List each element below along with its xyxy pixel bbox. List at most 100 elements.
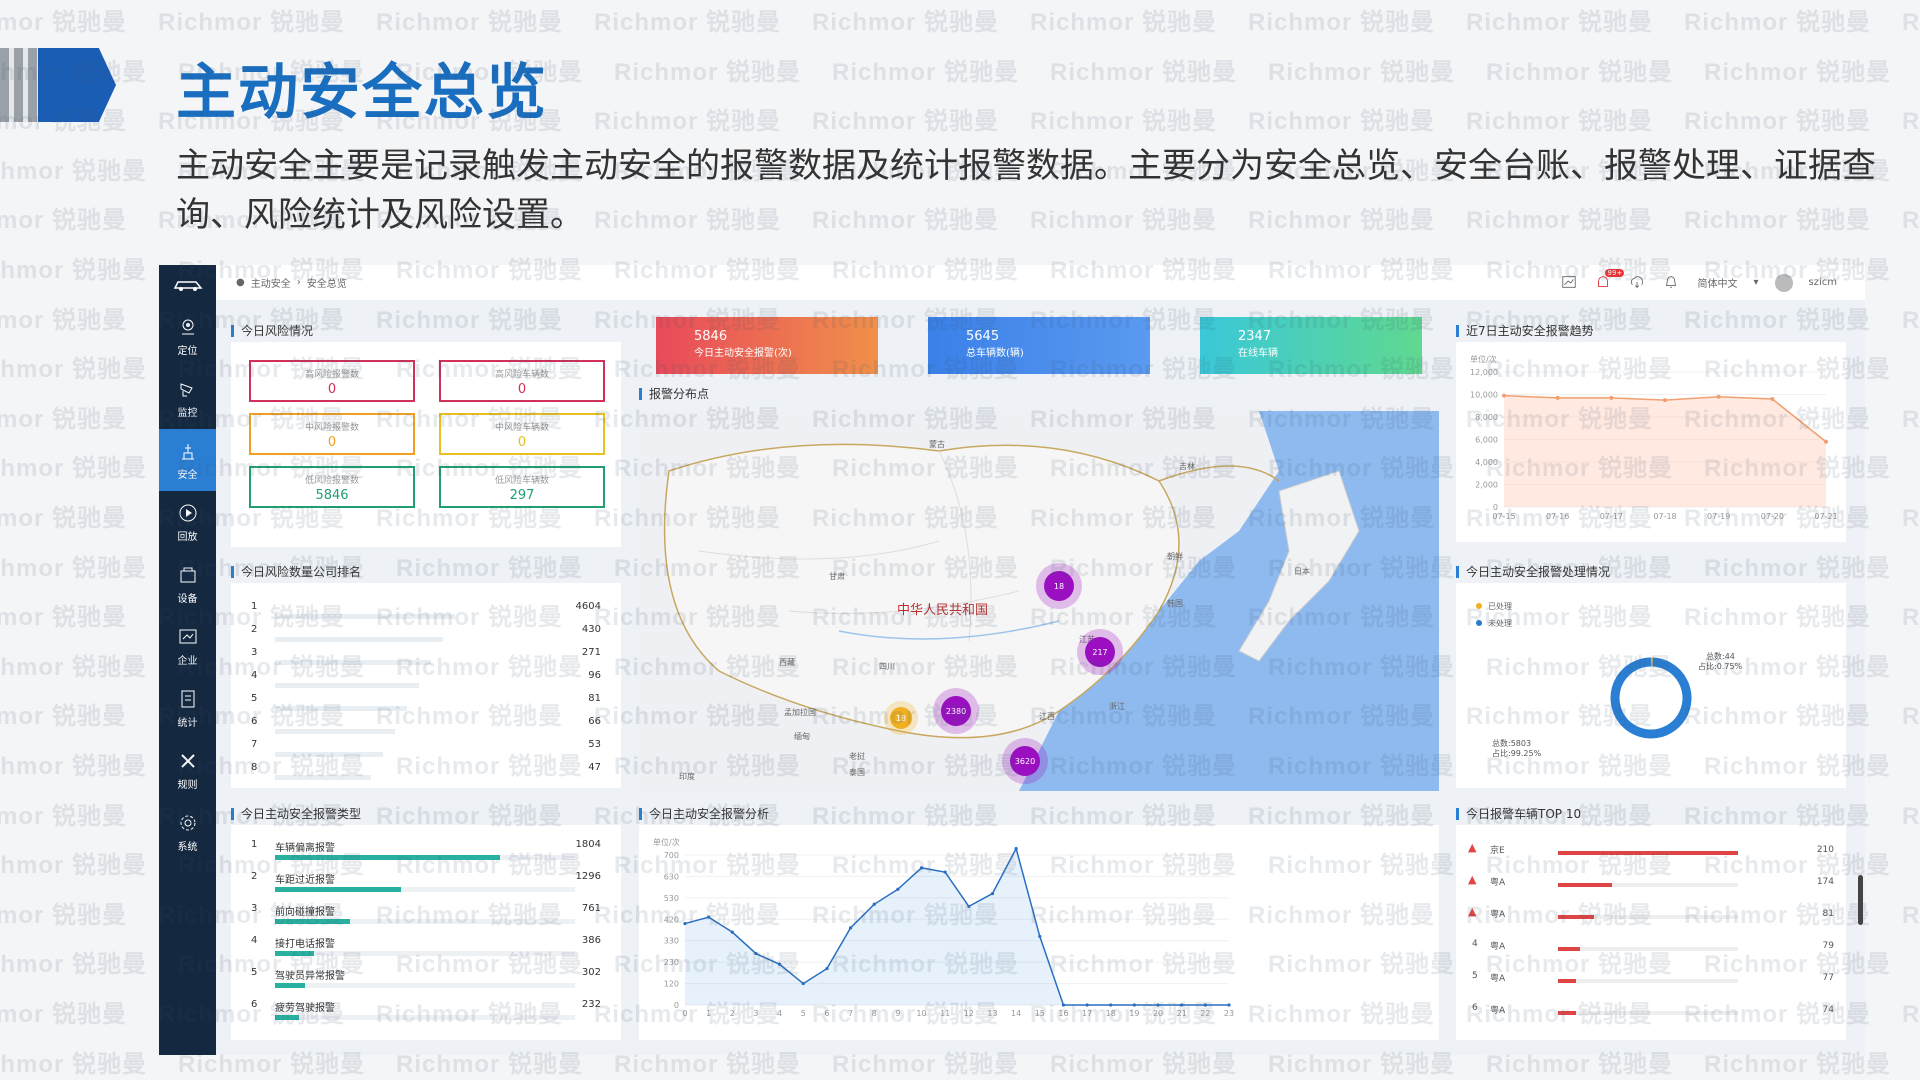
analysis-point[interactable] (943, 870, 947, 874)
risk-box[interactable]: 高风险报警数 0 (249, 360, 415, 402)
table-row[interactable]: 5 81 (251, 693, 601, 715)
list-item[interactable]: 6 疲劳驾驶报警 232 (251, 999, 601, 1031)
list-item[interactable]: 3 前向碰撞报警 761 (251, 903, 601, 935)
risk-box[interactable]: 中风险车辆数 0 (439, 413, 605, 455)
sidebar-item-enterprise[interactable]: 企业 (159, 615, 216, 677)
trend-point[interactable] (1770, 397, 1775, 401)
sidebar-item-rules[interactable]: 规则 (159, 739, 216, 801)
language-select[interactable]: 简体中文 (1697, 275, 1737, 290)
watermark-text: Richmor 锐驰曼 (0, 207, 128, 235)
table-row[interactable]: 1 4604 (251, 601, 601, 623)
analysis-point[interactable] (1203, 1003, 1207, 1007)
analysis-point[interactable] (1014, 846, 1018, 851)
analysis-point[interactable] (1109, 1003, 1113, 1007)
analysis-point[interactable] (1227, 1003, 1231, 1007)
alarm-icon[interactable]: 99+ (1595, 268, 1625, 292)
user-name[interactable]: szicm (1809, 277, 1837, 288)
analysis-point[interactable] (707, 915, 711, 919)
type-bar-track (275, 1015, 575, 1020)
analysis-point[interactable] (990, 891, 995, 896)
table-row[interactable]: 6 66 (251, 716, 601, 738)
watermark-text: Richmor 锐驰曼 (812, 108, 1000, 136)
analysis-point[interactable] (801, 981, 805, 986)
risk-box[interactable]: 低风险车辆数 297 (439, 466, 605, 508)
list-item[interactable]: 1 车辆偏离报警 1804 (251, 839, 601, 871)
analysis-point[interactable] (1085, 1003, 1089, 1007)
sidebar-item-safety[interactable]: 安全 (159, 429, 216, 491)
map-bubble[interactable]: 217 (1085, 637, 1115, 667)
trend-point[interactable] (1663, 398, 1667, 403)
sidebar-item-system[interactable]: 系统 (159, 801, 216, 863)
map-bubble[interactable]: 2380 (941, 696, 971, 726)
analysis-point[interactable] (683, 921, 687, 926)
kpi-card[interactable]: 2347 在线车辆 (1200, 317, 1422, 374)
table-row[interactable]: 4 粤A 79 (1468, 937, 1834, 967)
table-row[interactable]: 8 47 (251, 762, 601, 784)
table-row[interactable]: 3 271 (251, 647, 601, 669)
analysis-point[interactable] (1038, 934, 1042, 939)
scrollbar[interactable] (1858, 875, 1863, 925)
trend-point[interactable] (1609, 395, 1614, 400)
risk-box[interactable]: 低风险报警数 5846 (249, 466, 415, 508)
trend-point[interactable] (1824, 439, 1828, 444)
sidebar-item-playback[interactable]: 回放 (159, 491, 216, 553)
table-row[interactable]: 5 粤A 77 (1468, 969, 1834, 999)
trend-point[interactable] (1716, 394, 1721, 399)
analysis-point[interactable] (1061, 1003, 1066, 1007)
table-row[interactable]: 6 粤A 74 (1468, 1001, 1834, 1031)
bell-icon[interactable] (1663, 274, 1681, 292)
chart-icon[interactable] (1561, 274, 1579, 292)
avatar[interactable] (1774, 273, 1793, 292)
analysis-point[interactable] (754, 951, 758, 956)
analysis-point[interactable] (1156, 1003, 1160, 1007)
analysis-point[interactable] (967, 904, 971, 909)
watermark-text: Richmor 锐驰曼 (1466, 9, 1654, 36)
trend-point[interactable] (1555, 395, 1560, 400)
table-row[interactable]: 2 430 (251, 624, 601, 646)
risk-box[interactable]: 高风险车辆数 0 (439, 360, 605, 402)
analysis-point[interactable] (896, 887, 900, 891)
table-row[interactable]: 7 53 (251, 739, 601, 761)
type-bar-track (275, 983, 575, 988)
watermark-row: Richmor 锐驰曼 Richmor 锐驰曼 Richmor 锐驰曼 Richmor… (0, 2, 1920, 37)
table-row[interactable]: 4 96 (251, 670, 601, 692)
analysis-point[interactable] (848, 926, 853, 930)
sidebar-item-location[interactable]: 定位 (159, 305, 216, 367)
breadcrumb-item: 安全总览 (306, 279, 347, 290)
kpi-card[interactable]: 5645 总车辆数(辆) (928, 317, 1150, 374)
trend-point[interactable] (1502, 393, 1506, 398)
table-row[interactable]: ▲ 京E 210 (1468, 841, 1834, 871)
rank-bar-placeholder (275, 614, 455, 619)
sidebar-item-device[interactable]: 设备 (159, 553, 216, 615)
analysis-point[interactable] (1132, 1003, 1136, 1007)
sidebar-item-camera[interactable]: 监控 (159, 367, 216, 429)
type-value: 386 (581, 935, 601, 946)
table-row[interactable]: ▲ 粤A 81 (1468, 905, 1834, 935)
map-bubble[interactable]: 18 (890, 707, 912, 729)
watermark-text: Richmor 锐驰曼 (0, 505, 128, 532)
sidebar-item-statistics[interactable]: 统计 (159, 677, 216, 739)
analysis-point[interactable] (730, 930, 734, 934)
pin-icon: ● (236, 277, 245, 288)
analysis-point[interactable] (778, 962, 782, 966)
list-item[interactable]: 2 车距过近报警 1296 (251, 871, 601, 903)
breadcrumb-item[interactable]: 主动安全 (251, 275, 291, 290)
alarm-map[interactable]: 中华人民共和国 蒙古 日本 韩国 朝鲜 老挝 缅甸 泰国 印度 孟加拉国 西藏 … (639, 411, 1439, 791)
list-item[interactable]: 5 驾驶员异常报警 302 (251, 967, 601, 999)
donut-slice[interactable] (1610, 657, 1692, 739)
kpi-card[interactable]: 5846 今日主动安全报警(次) (656, 317, 878, 374)
watermark-text: Richmor 锐驰曼 (0, 802, 128, 830)
analysis-point[interactable] (919, 866, 924, 870)
alarm-badge: 99+ (1605, 268, 1625, 277)
table-row[interactable]: ▲ 粤A 174 (1468, 873, 1834, 903)
risk-box-label: 低风险车辆数 (494, 476, 549, 486)
risk-box-label: 中风险报警数 (304, 423, 359, 433)
risk-box[interactable]: 中风险报警数 0 (249, 413, 415, 455)
map-bubble[interactable]: 3620 (1010, 746, 1040, 776)
analysis-point[interactable] (825, 966, 829, 971)
list-item[interactable]: 4 接打电话报警 386 (251, 935, 601, 967)
analysis-point[interactable] (1180, 1003, 1184, 1007)
map-bubble[interactable]: 18 (1044, 571, 1074, 601)
cloud-download-icon[interactable] (1629, 274, 1647, 292)
analysis-point[interactable] (872, 902, 876, 906)
